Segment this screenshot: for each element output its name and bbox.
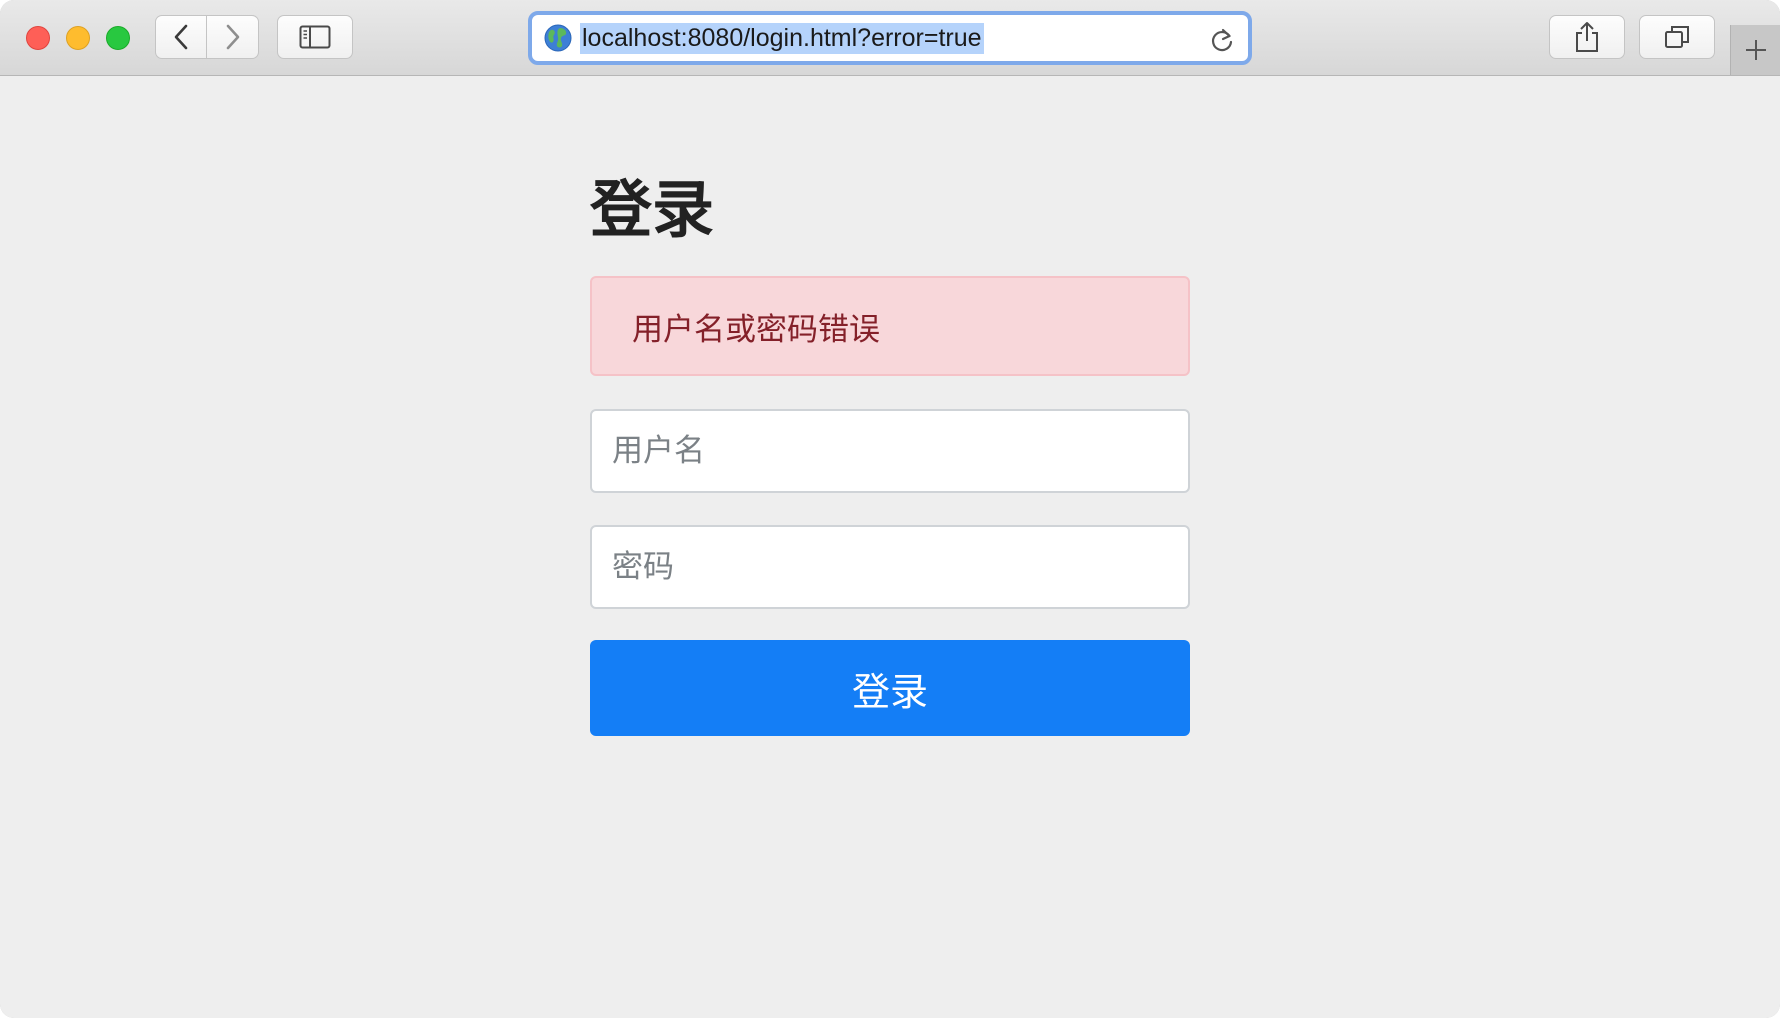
zoom-window-button[interactable]	[106, 26, 130, 50]
login-button[interactable]: 登录	[590, 640, 1190, 736]
error-alert: 用户名或密码错误	[590, 276, 1190, 376]
username-input[interactable]	[590, 409, 1190, 493]
tabs-overview-button[interactable]	[1639, 15, 1715, 59]
globe-icon	[544, 24, 572, 52]
close-window-button[interactable]	[26, 26, 50, 50]
reload-icon[interactable]	[1210, 27, 1234, 53]
page-content: 登录 用户名或密码错误 登录	[0, 76, 1780, 1018]
sidebar-toggle-button[interactable]	[277, 15, 353, 59]
forward-button[interactable]	[207, 15, 259, 59]
browser-toolbar: localhost:8080/login.html?error=true	[0, 0, 1780, 76]
address-bar[interactable]: localhost:8080/login.html?error=true	[528, 11, 1252, 65]
error-message: 用户名或密码错误	[632, 311, 880, 348]
new-tab-button[interactable]	[1730, 25, 1780, 75]
share-button[interactable]	[1549, 15, 1625, 59]
minimize-window-button[interactable]	[66, 26, 90, 50]
page-title: 登录	[590, 173, 715, 246]
tabs-overview-icon	[1665, 26, 1689, 48]
browser-window: localhost:8080/login.html?error=true 登录 …	[0, 0, 1780, 1018]
chevron-left-icon	[174, 24, 188, 50]
sidebar-icon	[299, 25, 331, 49]
share-icon	[1576, 22, 1598, 52]
plus-icon	[1746, 40, 1766, 60]
password-input[interactable]	[590, 525, 1190, 609]
back-button[interactable]	[155, 15, 207, 59]
chevron-right-icon	[226, 24, 239, 50]
login-form: 登录 用户名或密码错误 登录	[590, 173, 1190, 736]
url-text[interactable]: localhost:8080/login.html?error=true	[580, 22, 984, 54]
